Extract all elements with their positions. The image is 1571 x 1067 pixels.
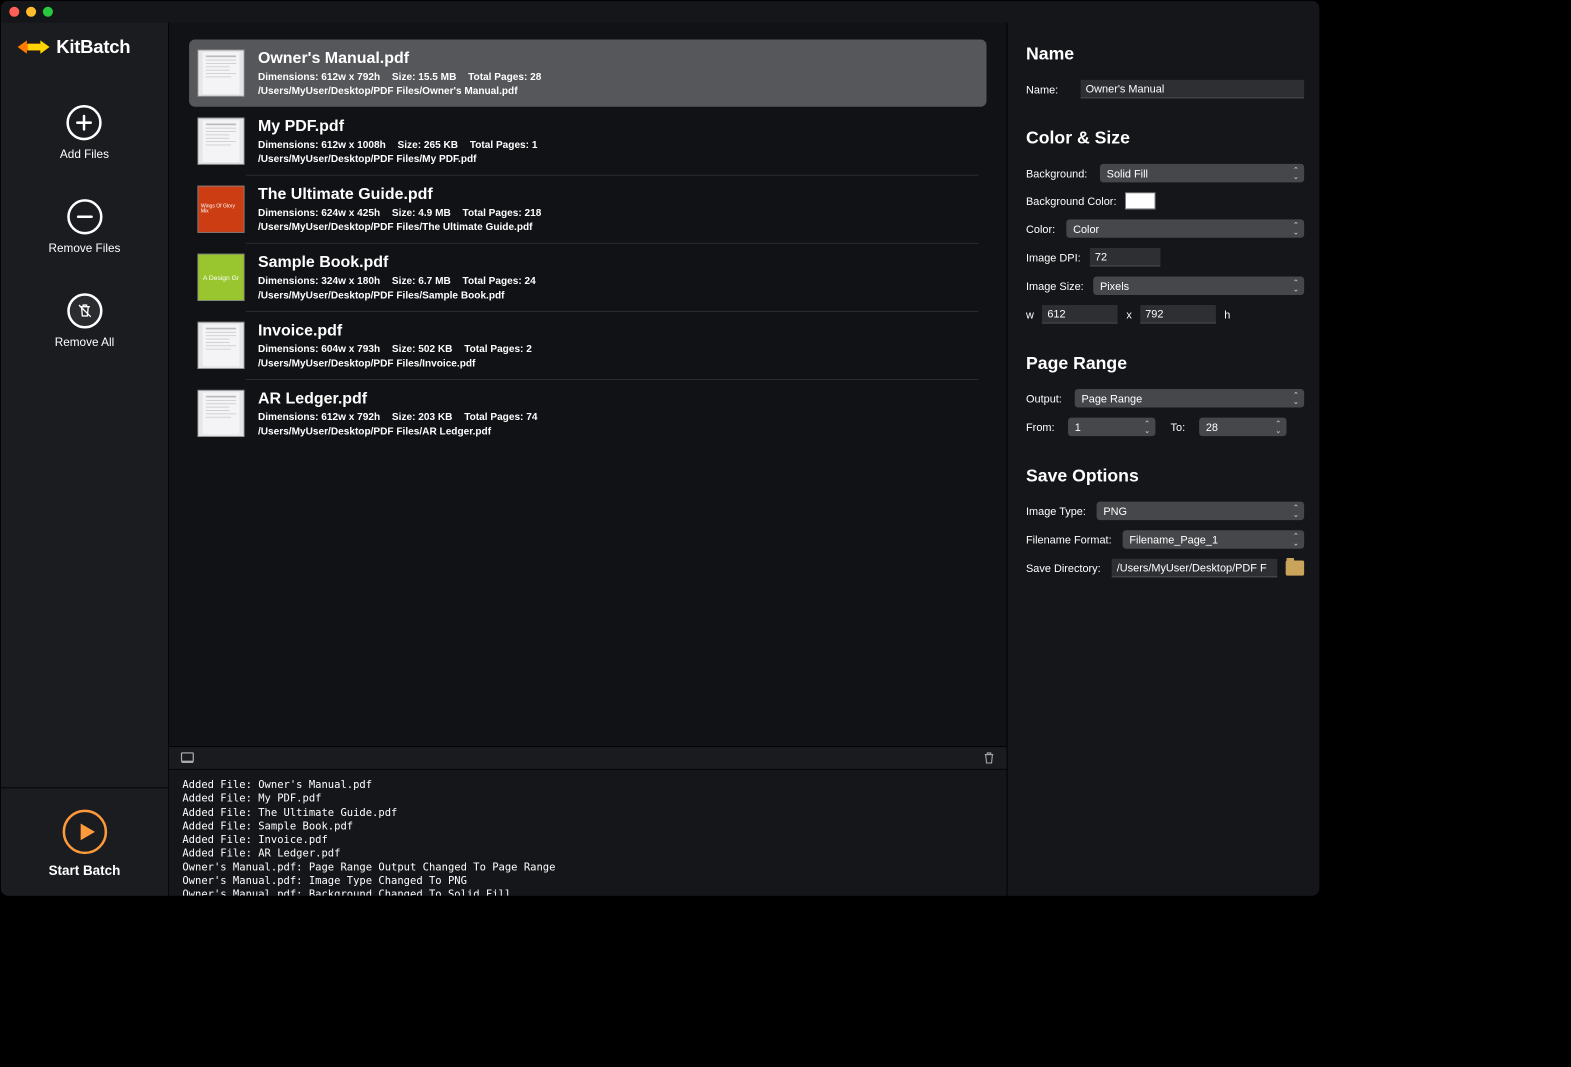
file-meta: Dimensions: 612w x 792hSize: 15.5 MBTota… — [258, 71, 541, 83]
save-options-section: Save Options Image Type: PNG⌃⌄ Filename … — [1026, 466, 1304, 577]
start-batch-button[interactable] — [61, 808, 108, 855]
inspector-panel: Name Name: Color & Size Background: Soli… — [1007, 23, 1320, 896]
file-path: /Users/MyUser/Desktop/PDF Files/Owner's … — [258, 85, 541, 97]
file-meta: Dimensions: 324w x 180hSize: 6.7 MBTotal… — [258, 275, 536, 287]
from-select[interactable]: 1⌃⌄ — [1068, 418, 1155, 436]
output-select[interactable]: Page Range⌃⌄ — [1075, 389, 1304, 407]
file-path: /Users/MyUser/Desktop/PDF Files/Invoice.… — [258, 357, 532, 369]
bgcolor-label: Background Color: — [1026, 195, 1116, 208]
file-path: /Users/MyUser/Desktop/PDF Files/AR Ledge… — [258, 425, 537, 437]
to-label: To: — [1171, 421, 1191, 434]
file-item[interactable]: Invoice.pdf Dimensions: 604w x 793hSize: … — [189, 312, 986, 379]
width-label: w — [1026, 308, 1034, 321]
remove-all-button[interactable]: Remove All — [55, 293, 115, 348]
background-label: Background: — [1026, 167, 1092, 180]
image-size-label: Image Size: — [1026, 279, 1085, 292]
image-size-select[interactable]: Pixels⌃⌄ — [1093, 276, 1304, 294]
add-files-label: Add Files — [60, 147, 109, 160]
file-path: /Users/MyUser/Desktop/PDF Files/My PDF.p… — [258, 153, 537, 165]
sidebar: KitBatch Add Files Remove Files — [1, 23, 169, 896]
name-section: Name Name: — [1026, 45, 1304, 99]
add-files-button[interactable]: Add Files — [60, 105, 109, 160]
image-type-label: Image Type: — [1026, 505, 1088, 518]
page-range-title: Page Range — [1026, 354, 1304, 374]
remove-files-button[interactable]: Remove Files — [48, 199, 120, 254]
file-thumbnail — [197, 390, 244, 437]
main-area: Owner's Manual.pdf Dimensions: 612w x 792… — [169, 23, 1007, 896]
log-output: Added File: Owner's Manual.pdf Added Fil… — [169, 770, 1007, 896]
file-path: /Users/MyUser/Desktop/PDF Files/Sample B… — [258, 289, 536, 301]
clear-log-button[interactable] — [983, 751, 995, 764]
console-icon[interactable] — [181, 752, 194, 764]
file-meta: Dimensions: 624w x 425hSize: 4.9 MBTotal… — [258, 207, 541, 219]
file-title: My PDF.pdf — [258, 118, 537, 136]
app-logo: KitBatch — [1, 23, 168, 65]
width-input[interactable] — [1042, 305, 1118, 323]
name-input[interactable] — [1081, 80, 1305, 98]
to-select[interactable]: 28⌃⌄ — [1199, 418, 1286, 436]
dpi-input[interactable] — [1090, 248, 1161, 266]
color-select[interactable]: Color⌃⌄ — [1066, 219, 1304, 237]
output-label: Output: — [1026, 392, 1066, 405]
app-window: KitBatch Add Files Remove Files — [0, 0, 1320, 897]
save-options-title: Save Options — [1026, 466, 1304, 486]
name-section-title: Name — [1026, 45, 1304, 65]
browse-folder-button[interactable] — [1286, 560, 1304, 575]
filename-format-label: Filename Format: — [1026, 533, 1114, 546]
file-item[interactable]: AR Ledger.pdf Dimensions: 612w x 792hSize… — [189, 380, 986, 447]
background-select[interactable]: Solid Fill⌃⌄ — [1100, 164, 1304, 182]
window-minimize-button[interactable] — [26, 7, 36, 17]
color-size-title: Color & Size — [1026, 129, 1304, 149]
titlebar — [1, 1, 1319, 23]
file-list[interactable]: Owner's Manual.pdf Dimensions: 612w x 792… — [169, 23, 1007, 746]
logo-arrows-icon — [18, 38, 50, 56]
save-dir-label: Save Directory: — [1026, 562, 1103, 575]
file-item[interactable]: Owner's Manual.pdf Dimensions: 612w x 792… — [189, 39, 986, 106]
height-input[interactable] — [1140, 305, 1216, 323]
file-title: Sample Book.pdf — [258, 254, 536, 272]
save-dir-input[interactable] — [1112, 559, 1278, 577]
bgcolor-swatch[interactable] — [1125, 192, 1155, 209]
file-thumbnail: Wings Of Glory Mix — [197, 186, 244, 233]
from-label: From: — [1026, 421, 1060, 434]
window-maximize-button[interactable] — [43, 7, 53, 17]
trash-icon — [67, 293, 102, 328]
remove-all-label: Remove All — [55, 335, 115, 348]
color-size-section: Color & Size Background: Solid Fill⌃⌄ Ba… — [1026, 129, 1304, 324]
start-batch-label: Start Batch — [49, 864, 121, 879]
file-meta: Dimensions: 612w x 1008hSize: 265 KBTota… — [258, 139, 537, 151]
remove-files-label: Remove Files — [48, 241, 120, 254]
color-label: Color: — [1026, 222, 1058, 235]
name-label: Name: — [1026, 83, 1072, 96]
window-close-button[interactable] — [9, 7, 19, 17]
file-title: Invoice.pdf — [258, 322, 532, 340]
file-item[interactable]: A Design Gr Sample Book.pdf Dimensions: 32… — [189, 244, 986, 311]
file-title: Owner's Manual.pdf — [258, 50, 541, 68]
file-title: AR Ledger.pdf — [258, 390, 537, 408]
minus-icon — [67, 199, 102, 234]
plus-icon — [67, 105, 102, 140]
file-meta: Dimensions: 604w x 793hSize: 502 KBTotal… — [258, 343, 532, 355]
file-thumbnail — [197, 118, 244, 165]
dpi-label: Image DPI: — [1026, 251, 1081, 264]
file-thumbnail: A Design Gr — [197, 254, 244, 301]
log-toolbar — [169, 746, 1007, 770]
file-thumbnail — [197, 50, 244, 97]
file-meta: Dimensions: 612w x 792hSize: 203 KBTotal… — [258, 411, 537, 423]
image-type-select[interactable]: PNG⌃⌄ — [1097, 502, 1305, 520]
file-path: /Users/MyUser/Desktop/PDF Files/The Ulti… — [258, 221, 541, 233]
dimension-separator: x — [1126, 308, 1131, 321]
file-item[interactable]: Wings Of Glory Mix The Ultimate Guide.pdf… — [189, 176, 986, 243]
height-label: h — [1224, 308, 1230, 321]
file-title: The Ultimate Guide.pdf — [258, 186, 541, 204]
app-name: KitBatch — [56, 36, 130, 58]
file-thumbnail — [197, 322, 244, 369]
file-item[interactable]: My PDF.pdf Dimensions: 612w x 1008hSize: … — [189, 108, 986, 175]
page-range-section: Page Range Output: Page Range⌃⌄ From: 1⌃… — [1026, 354, 1304, 436]
filename-format-select[interactable]: Filename_Page_1⌃⌄ — [1123, 530, 1305, 548]
